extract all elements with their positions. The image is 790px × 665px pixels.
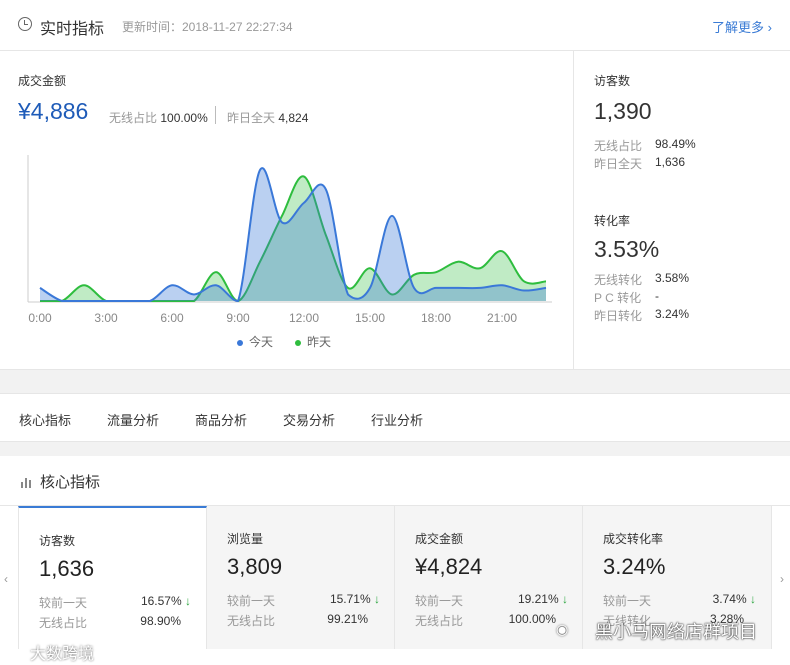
card-compare-label: 较前一天 [603, 594, 652, 608]
tab-traffic[interactable]: 流量分析 [107, 410, 159, 429]
card-compare-value: 19.21% [517, 592, 559, 606]
card-compare-label: 较前一天 [39, 596, 88, 610]
conversion-yesterday-label: 昨日转化 [594, 309, 643, 323]
card-ratio-value: 98.90% [140, 614, 181, 628]
x-tick-label: 21:00 [487, 311, 517, 325]
sales-yesterday: 昨日全天 4,824 [227, 109, 308, 126]
separator [215, 106, 216, 124]
wechat-icon: ◉ [556, 621, 569, 637]
tab-core[interactable]: 核心指标 [19, 410, 71, 429]
x-tick-label: 6:00 [160, 311, 184, 325]
conversion-pc-value: - [655, 289, 659, 303]
sales-wireless-label: 无线占比 [109, 111, 158, 125]
yesterday-dot-icon [295, 339, 301, 346]
tab-industry[interactable]: 行业分析 [371, 410, 423, 429]
realtime-chart: 0:00 3:00 6:00 9:00 12:00 15:00 18:00 21:00 [27, 155, 552, 325]
card-name: 成交金额 [415, 532, 464, 546]
card-value: 3.24% [603, 554, 666, 579]
bar-chart-icon [21, 478, 31, 488]
core-metrics-title: 核心指标 [40, 474, 101, 491]
visitors-yesterday-label: 昨日全天 [594, 157, 643, 171]
conversion-wireless-label: 无线转化 [594, 273, 643, 287]
x-tick-label: 0:00 [28, 311, 52, 325]
visitors-wireless-value: 98.49% [655, 137, 696, 151]
card-name: 浏览量 [227, 532, 264, 546]
metric-card-visitors[interactable]: 访客数 1,636 较前一天 16.57% ↓ 无线占比 98.90% [18, 506, 207, 649]
legend-yesterday-label: 昨天 [307, 335, 332, 349]
realtime-header: 实时指标 更新时间：2018-11-27 22:27:34 了解更多 › [0, 0, 790, 51]
card-value: 1,636 [39, 556, 95, 581]
card-compare-label: 较前一天 [415, 594, 464, 608]
legend-today: 今天 [237, 333, 273, 350]
vertical-divider [573, 51, 574, 370]
analysis-tabs: 核心指标 流量分析 商品分析 交易分析 行业分析 [0, 393, 790, 442]
sales-value: ¥4,886 [18, 98, 89, 124]
down-arrow-icon: ↓ [185, 594, 191, 608]
card-compare: 3.74% ↓ [713, 592, 756, 606]
next-arrow-icon[interactable]: › [780, 572, 784, 586]
card-name: 访客数 [39, 534, 76, 548]
metric-card-sales[interactable]: 成交金额 ¥4,824 较前一天 19.21% ↓ 无线占比 100.00% [395, 506, 583, 649]
card-compare-value: 15.71% [329, 592, 371, 606]
conversion-yesterday-value: 3.24% [655, 307, 690, 321]
card-compare: 19.21% ↓ [518, 592, 568, 606]
conversion-pc-label: P C 转化 [594, 291, 642, 305]
tab-trade[interactable]: 交易分析 [283, 410, 335, 429]
x-tick-label: 12:00 [289, 311, 319, 325]
learn-more-link[interactable]: 了解更多 › [712, 17, 772, 36]
visitors-wireless-label: 无线占比 [594, 139, 643, 153]
tab-product[interactable]: 商品分析 [195, 410, 247, 429]
x-tick-label: 9:00 [226, 311, 250, 325]
card-value: 3,809 [227, 554, 283, 579]
visitors-value: 1,390 [594, 98, 652, 124]
realtime-panel: 实时指标 更新时间：2018-11-27 22:27:34 了解更多 › 成交金… [0, 0, 790, 370]
down-arrow-icon: ↓ [750, 592, 756, 606]
x-tick-label: 18:00 [421, 311, 451, 325]
x-tick-label: 3:00 [94, 311, 118, 325]
conversion-value: 3.53% [594, 236, 660, 262]
visitors-label: 访客数 [594, 74, 631, 88]
metric-card-pageviews[interactable]: 浏览量 3,809 较前一天 15.71% ↓ 无线占比 99.21% [207, 506, 395, 649]
update-time: 更新时间：2018-11-27 22:27:34 [122, 20, 293, 34]
card-compare: 15.71% ↓ [330, 592, 380, 606]
down-arrow-icon: ↓ [374, 592, 380, 606]
visitors-yesterday-value: 1,636 [655, 155, 686, 169]
card-ratio-label: 无线占比 [415, 614, 464, 628]
prev-arrow-icon[interactable]: ‹ [4, 572, 8, 586]
legend-today-label: 今天 [249, 335, 274, 349]
down-arrow-icon: ↓ [562, 592, 568, 606]
clock-icon [18, 17, 32, 31]
watermark-wechat: 黑小马网络店群项目 [595, 622, 757, 642]
x-tick-label: 15:00 [355, 311, 385, 325]
card-ratio-value: 100.00% [508, 612, 556, 626]
sales-wireless-value: 100.00% [160, 111, 208, 125]
realtime-title: 实时指标 [40, 21, 105, 38]
sales-wireless: 无线占比 100.00% [109, 109, 208, 126]
legend-yesterday: 昨天 [295, 333, 331, 350]
card-ratio-value: 99.21% [327, 612, 368, 626]
card-ratio-label: 无线占比 [39, 616, 88, 630]
conversion-wireless-value: 3.58% [655, 271, 690, 285]
sales-label: 成交金额 [18, 74, 67, 88]
sales-yesterday-value: 4,824 [278, 111, 309, 125]
card-ratio-label: 无线占比 [227, 614, 276, 628]
today-dot-icon [237, 339, 243, 346]
sales-yesterday-label: 昨日全天 [227, 111, 276, 125]
card-compare-value: 3.74% [712, 592, 747, 606]
card-name: 成交转化率 [603, 532, 664, 546]
card-value: ¥4,824 [415, 554, 483, 579]
watermark-bottom: 大数跨境 [30, 646, 95, 663]
card-compare: 16.57% ↓ [141, 594, 191, 608]
conversion-label: 转化率 [594, 214, 631, 228]
card-compare-label: 较前一天 [227, 594, 276, 608]
card-compare-value: 16.57% [140, 594, 182, 608]
